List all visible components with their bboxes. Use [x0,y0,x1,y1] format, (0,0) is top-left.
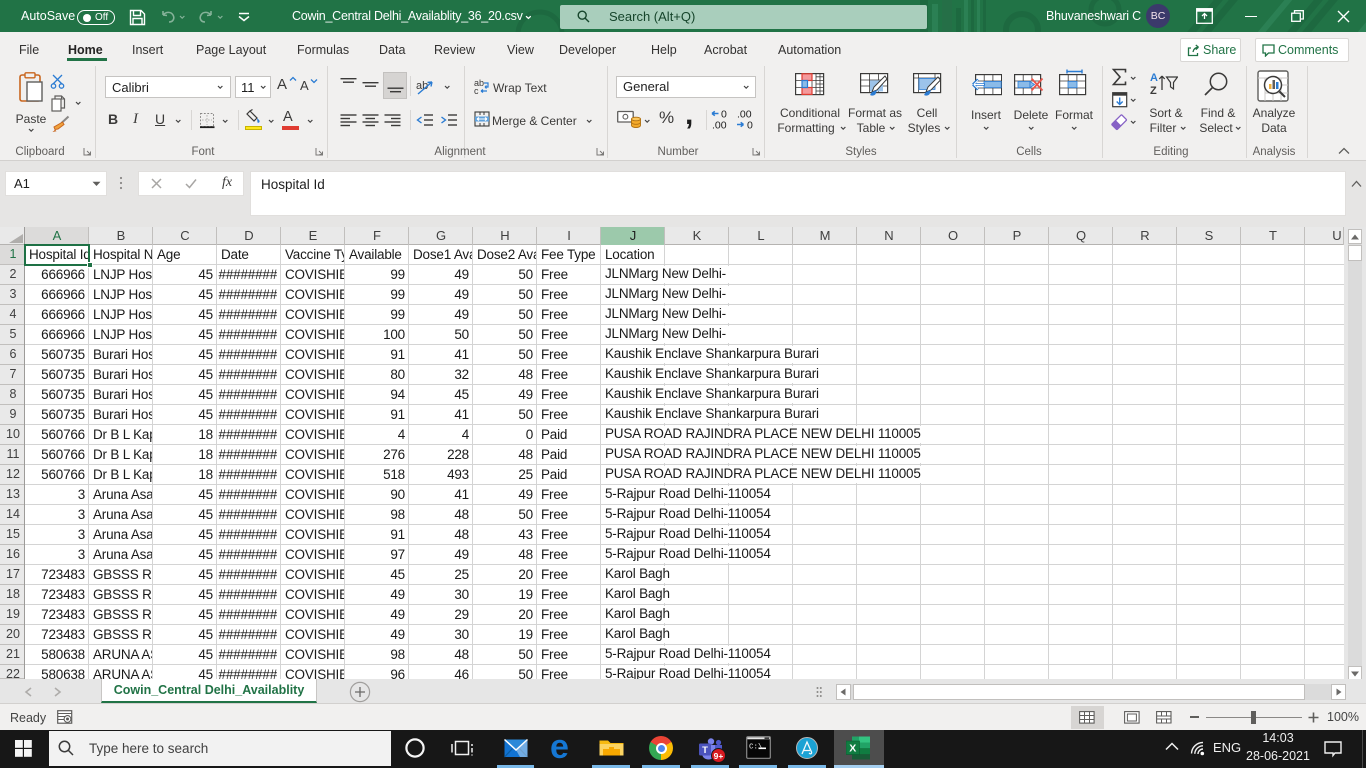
svg-text:A: A [1150,72,1158,84]
svg-text:T: T [702,745,708,756]
svg-text:Z: Z [1150,85,1157,97]
svg-text:0: 0 [747,120,753,131]
svg-text:.00: .00 [712,120,727,131]
svg-text:c: c [474,86,479,95]
svg-text:X: X [849,742,856,754]
